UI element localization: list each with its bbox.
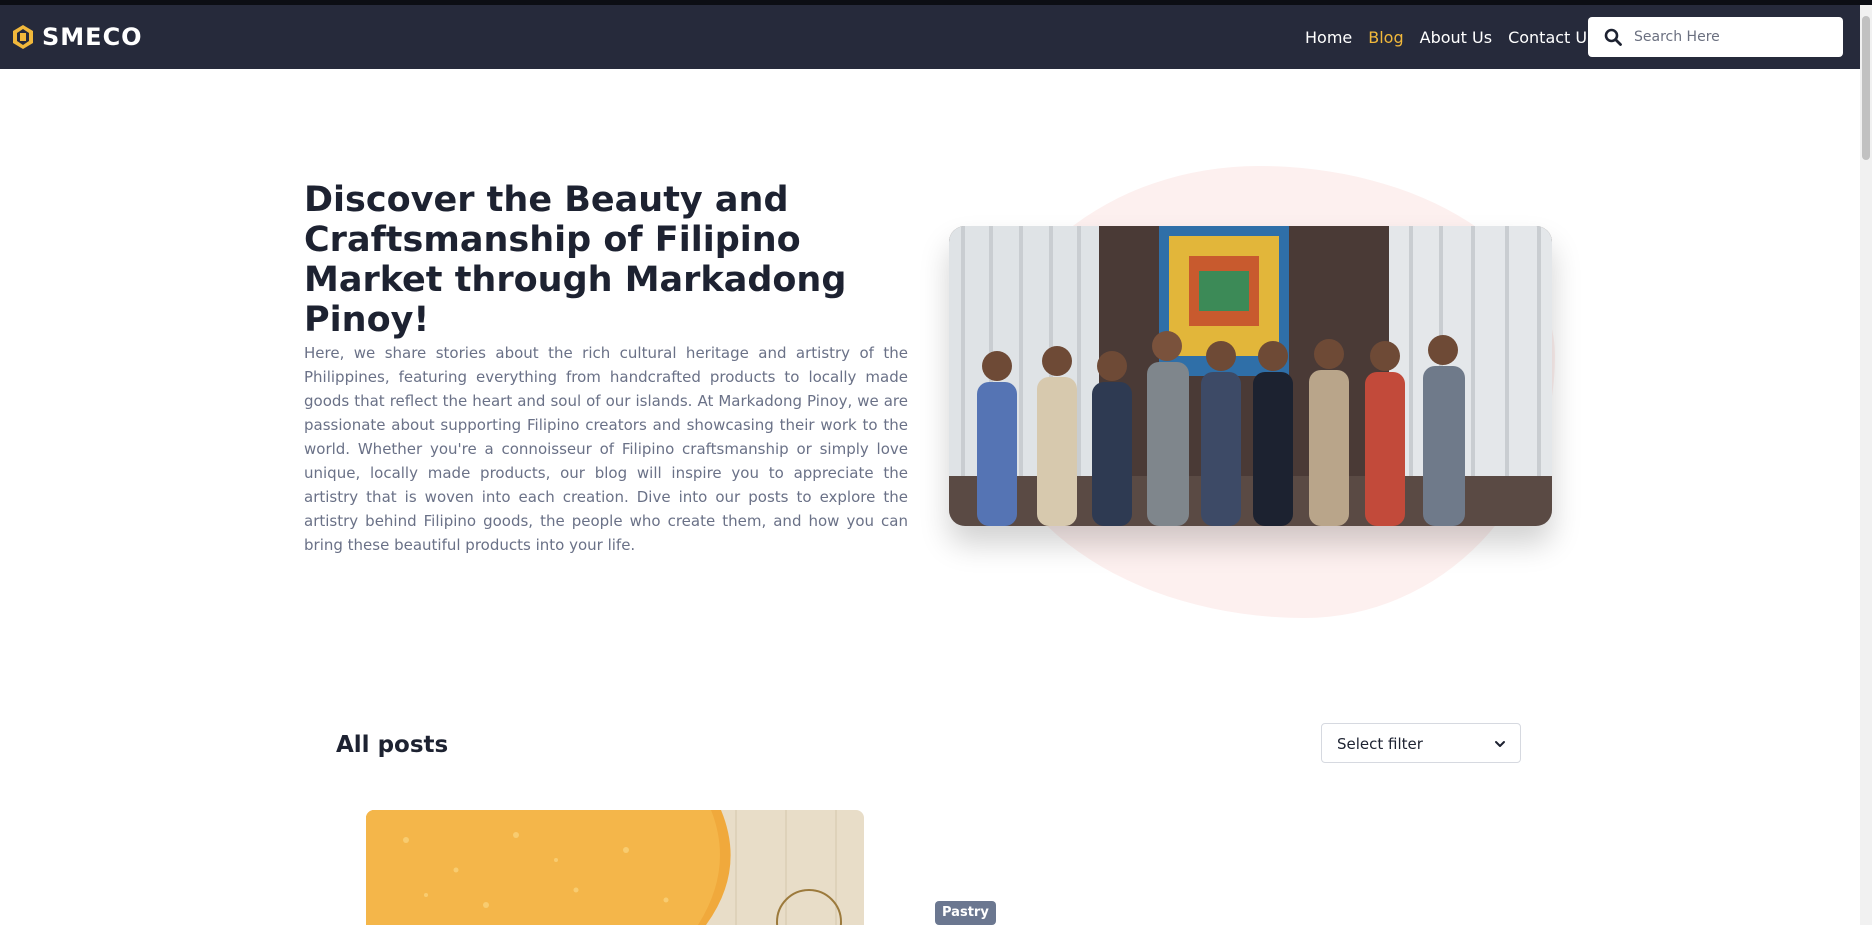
main-nav: Home Blog About Us Contact Us bbox=[1305, 28, 1611, 47]
filter-select-label: Select filter bbox=[1337, 735, 1423, 753]
brand-logo-icon bbox=[13, 25, 33, 49]
post-thumbnail[interactable] bbox=[366, 810, 864, 925]
pastry-photo-illustration bbox=[366, 810, 864, 925]
group-photo-illustration bbox=[949, 226, 1552, 526]
hero-group-photo bbox=[949, 226, 1552, 526]
nav-blog[interactable]: Blog bbox=[1368, 28, 1403, 47]
search-box bbox=[1588, 17, 1843, 57]
brand-name: SMECO bbox=[42, 23, 143, 51]
navbar: SMECO Home Blog About Us Contact Us bbox=[0, 5, 1860, 69]
filter-select[interactable]: Select filter bbox=[1321, 723, 1521, 763]
chevron-down-icon bbox=[1495, 741, 1505, 747]
brand-logo[interactable]: SMECO bbox=[12, 23, 143, 51]
all-posts-heading: All posts bbox=[336, 732, 449, 758]
nav-contact-us[interactable]: Contact Us bbox=[1508, 28, 1595, 47]
search-input[interactable] bbox=[1634, 25, 1834, 49]
hero-description: Here, we share stories about the rich cu… bbox=[304, 344, 908, 554]
scrollbar-thumb[interactable] bbox=[1862, 16, 1870, 160]
hero-title: Discover the Beauty and Craftsmanship of… bbox=[304, 180, 847, 340]
post-tag-badge[interactable]: Pastry bbox=[935, 901, 996, 925]
nav-about-us[interactable]: About Us bbox=[1420, 28, 1492, 47]
nav-home[interactable]: Home bbox=[1305, 28, 1352, 47]
search-icon[interactable] bbox=[1604, 28, 1622, 46]
